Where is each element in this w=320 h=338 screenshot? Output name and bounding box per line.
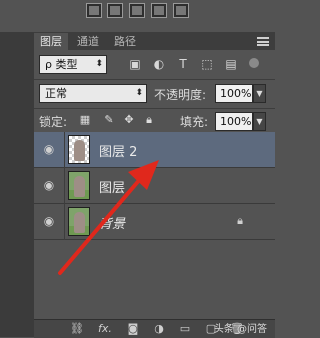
panel-menu-icon[interactable] bbox=[257, 37, 269, 46]
person-shape bbox=[74, 140, 85, 161]
tab-channels[interactable]: 通道 bbox=[71, 33, 105, 50]
type-filter-icon[interactable]: T bbox=[176, 57, 190, 71]
layer-name[interactable]: 背景 bbox=[99, 213, 125, 232]
align-icon bbox=[176, 6, 186, 15]
blend-mode-select[interactable]: 正常 ⬍ bbox=[39, 84, 147, 103]
lock-move-icon[interactable]: ✥ bbox=[122, 113, 136, 127]
divider bbox=[64, 204, 65, 240]
layer-row[interactable]: ◉ 图层 bbox=[34, 168, 275, 204]
filter-kind-label: ρ 类型 bbox=[45, 58, 78, 71]
layer-row[interactable]: ◉ 图层 2 bbox=[34, 132, 275, 168]
align-icon bbox=[110, 6, 120, 15]
divider bbox=[34, 108, 275, 109]
divider bbox=[64, 168, 65, 204]
layer-thumbnail bbox=[68, 135, 90, 164]
fill-input[interactable]: 100% bbox=[215, 112, 253, 131]
eye-icon[interactable]: ◉ bbox=[42, 214, 56, 228]
person-shape bbox=[74, 176, 85, 197]
lock-icon: 🔒︎ bbox=[237, 214, 243, 227]
dropdown-arrow-icon: ⬍ bbox=[135, 88, 143, 98]
layers-panel: 图层 通道 路径 ρ 类型 ⬍ ▣ ◐ T ⬚ ▤ 正常 ⬍ 不透明度: 100… bbox=[34, 32, 275, 338]
filter-kind-select[interactable]: ρ 类型 ⬍ bbox=[39, 55, 107, 74]
layer-row[interactable]: ◉ 背景 🔒︎ bbox=[34, 204, 275, 240]
smartobject-filter-icon[interactable]: ▤ bbox=[224, 57, 238, 71]
group-icon[interactable]: ▭ bbox=[178, 322, 192, 336]
opacity-input[interactable]: 100% bbox=[215, 84, 253, 103]
fx-icon[interactable]: fx. bbox=[98, 322, 112, 336]
lock-all-icon[interactable]: 🔒︎ bbox=[142, 113, 156, 127]
eye-icon[interactable]: ◉ bbox=[42, 142, 56, 156]
watermark: 头条 @问答 bbox=[213, 324, 267, 335]
image-filter-icon[interactable]: ▣ bbox=[128, 57, 142, 71]
opacity-label: 不透明度: bbox=[154, 88, 207, 102]
divider bbox=[34, 79, 275, 80]
top-toolbar bbox=[0, 0, 275, 32]
align-button-1[interactable] bbox=[86, 3, 102, 18]
blend-mode-value: 正常 bbox=[45, 87, 67, 100]
align-icon bbox=[154, 6, 164, 15]
align-button-2[interactable] bbox=[107, 3, 123, 18]
lock-paint-icon[interactable]: ✎ bbox=[102, 113, 116, 127]
shape-filter-icon[interactable]: ⬚ bbox=[200, 57, 214, 71]
align-icon bbox=[132, 6, 142, 15]
adjustment-filter-icon[interactable]: ◐ bbox=[152, 57, 166, 71]
layer-thumbnail bbox=[68, 207, 90, 236]
divider bbox=[64, 132, 65, 168]
eye-icon[interactable]: ◉ bbox=[42, 178, 56, 192]
layer-name[interactable]: 图层 2 bbox=[99, 141, 137, 160]
align-button-3[interactable] bbox=[129, 3, 145, 18]
adjustment-icon[interactable]: ◑ bbox=[152, 322, 166, 336]
dropdown-arrow-icon: ⬍ bbox=[95, 59, 103, 69]
layers-list: ◉ 图层 2 ◉ 图层 ◉ 背景 🔒︎ bbox=[34, 132, 275, 282]
link-icon[interactable]: ⛓ bbox=[70, 322, 84, 336]
tab-paths[interactable]: 路径 bbox=[108, 33, 142, 50]
align-button-5[interactable] bbox=[173, 3, 189, 18]
filter-toggle[interactable] bbox=[249, 58, 259, 68]
layer-thumbnail bbox=[68, 171, 90, 200]
align-button-4[interactable] bbox=[151, 3, 167, 18]
layer-name[interactable]: 图层 bbox=[99, 177, 125, 196]
lock-transparent-icon[interactable]: ▦ bbox=[78, 113, 92, 127]
align-icon bbox=[89, 6, 99, 15]
panel-tabbar: 图层 通道 路径 bbox=[34, 32, 275, 50]
lock-label: 锁定: bbox=[39, 115, 68, 129]
tab-layers[interactable]: 图层 bbox=[34, 33, 68, 50]
opacity-arrow-icon[interactable]: ▼ bbox=[253, 84, 266, 103]
mask-icon[interactable]: ◙ bbox=[126, 322, 140, 336]
left-gutter bbox=[0, 0, 34, 337]
fill-label: 填充: bbox=[180, 115, 209, 129]
fill-arrow-icon[interactable]: ▼ bbox=[253, 112, 266, 131]
person-shape bbox=[74, 212, 85, 233]
